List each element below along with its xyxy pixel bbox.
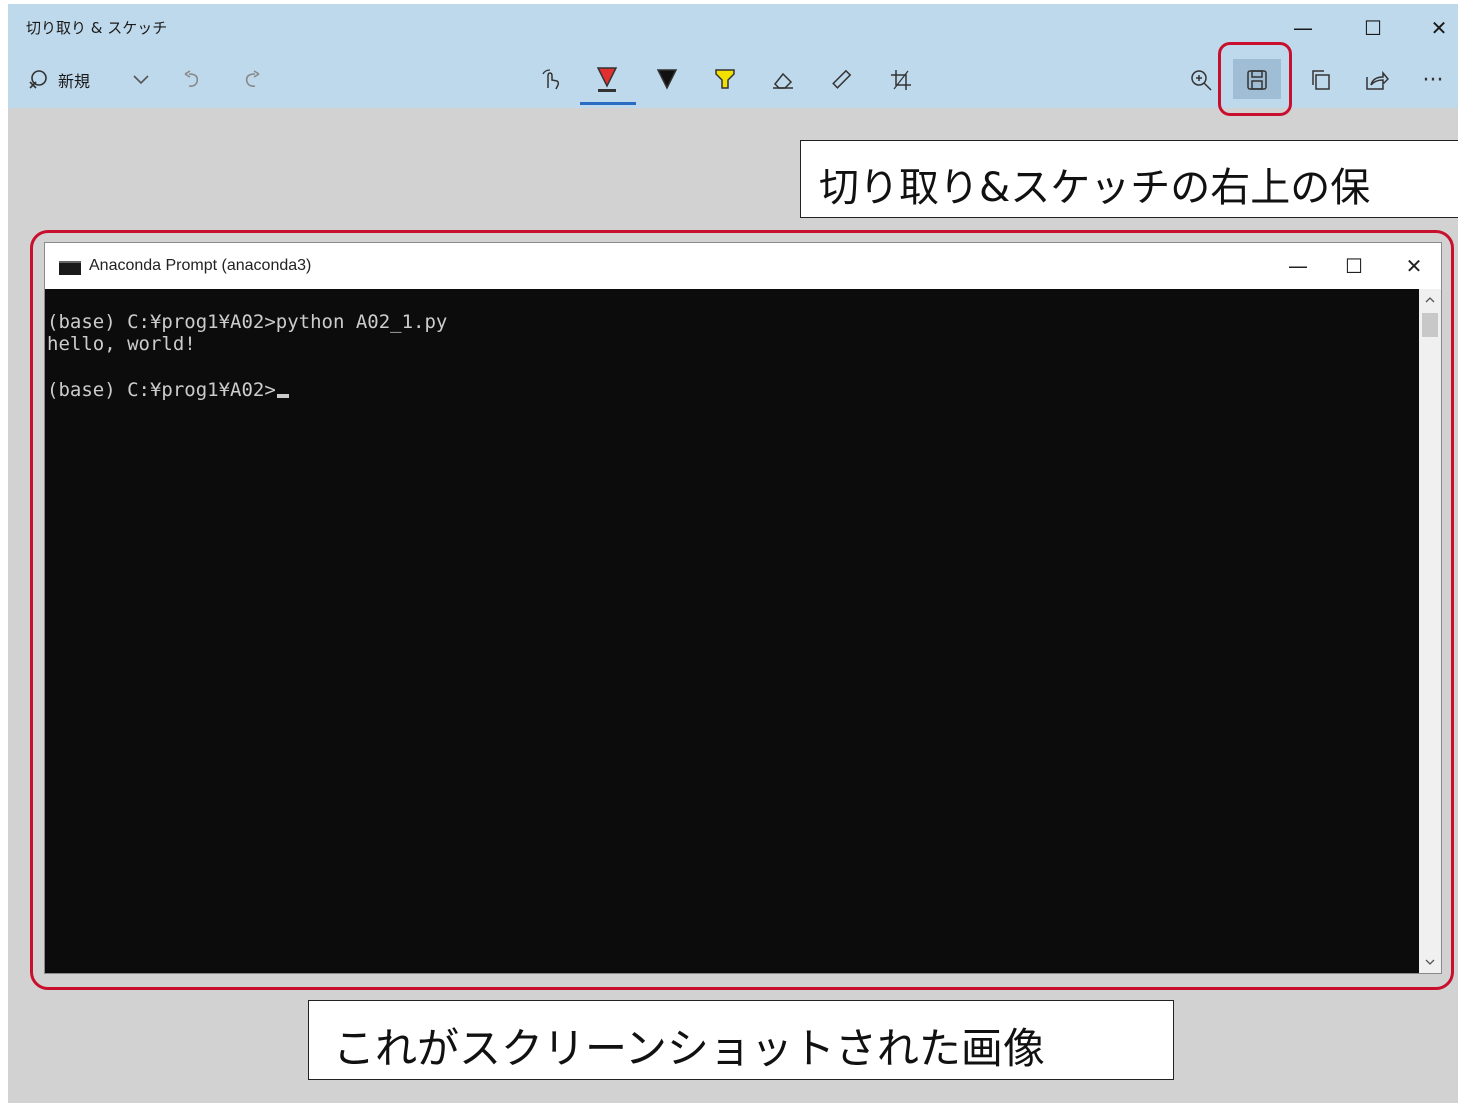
copy-button[interactable] bbox=[1304, 60, 1338, 100]
share-button[interactable] bbox=[1360, 60, 1394, 100]
undo-button[interactable] bbox=[178, 60, 208, 100]
touch-writing-icon bbox=[539, 68, 563, 92]
ballpoint-pen-button[interactable] bbox=[590, 60, 624, 100]
redo-icon bbox=[241, 70, 261, 90]
console-close-button[interactable]: ✕ bbox=[1391, 249, 1437, 283]
minimize-button[interactable]: — bbox=[1280, 12, 1326, 44]
snip-new-icon bbox=[26, 68, 50, 92]
console-line: hello, world! bbox=[47, 333, 196, 355]
eraser-icon bbox=[771, 70, 795, 90]
console-prompt-line: (base) C:¥prog1¥A02> bbox=[47, 379, 1419, 401]
save-highlight-frame bbox=[1218, 42, 1292, 116]
console-minimize-button[interactable]: — bbox=[1275, 249, 1321, 283]
scroll-thumb[interactable] bbox=[1422, 313, 1438, 337]
active-tool-indicator bbox=[580, 102, 636, 105]
zoom-in-icon bbox=[1190, 69, 1212, 91]
chevron-down-icon bbox=[133, 75, 149, 85]
pencil-button[interactable] bbox=[650, 60, 684, 100]
touch-writing-button[interactable] bbox=[534, 60, 568, 100]
text-cursor bbox=[276, 394, 289, 398]
console-line: (base) C:¥prog1¥A02>python A02_1.py bbox=[47, 311, 448, 333]
console-app-icon bbox=[59, 261, 81, 275]
copy-icon bbox=[1310, 69, 1332, 91]
ruler-icon bbox=[830, 69, 852, 91]
console-window: Anaconda Prompt (anaconda3) — ☐ ✕ (base)… bbox=[44, 242, 1442, 974]
new-dropdown-button[interactable] bbox=[126, 60, 156, 100]
undo-icon bbox=[183, 70, 203, 90]
redo-button[interactable] bbox=[236, 60, 266, 100]
close-button[interactable]: ✕ bbox=[1416, 12, 1458, 44]
zoom-button[interactable] bbox=[1184, 60, 1218, 100]
bottom-annotation: これがスクリーンショットされた画像 bbox=[308, 1000, 1174, 1080]
crop-button[interactable] bbox=[884, 60, 918, 100]
console-maximize-button[interactable]: ☐ bbox=[1331, 249, 1377, 283]
scroll-up-arrow-icon[interactable] bbox=[1419, 289, 1441, 311]
console-title-bar: Anaconda Prompt (anaconda3) — ☐ ✕ bbox=[45, 243, 1441, 289]
pencil-icon bbox=[656, 68, 678, 92]
crop-icon bbox=[890, 69, 912, 91]
more-options-button[interactable]: ··· bbox=[1416, 60, 1450, 100]
console-output[interactable]: (base) C:¥prog1¥A02>python A02_1.py hell… bbox=[45, 289, 1419, 973]
new-label: 新規 bbox=[58, 72, 91, 91]
maximize-button[interactable]: ☐ bbox=[1350, 12, 1396, 44]
app-title: 切り取り & スケッチ bbox=[26, 19, 168, 37]
scroll-down-arrow-icon[interactable] bbox=[1419, 951, 1441, 973]
ballpoint-pen-icon bbox=[596, 66, 618, 94]
console-scrollbar[interactable] bbox=[1419, 289, 1441, 973]
top-annotation: 切り取り&スケッチの右上の保 bbox=[800, 140, 1458, 218]
new-button[interactable]: 新規 bbox=[26, 60, 90, 100]
ruler-button[interactable] bbox=[824, 60, 858, 100]
eraser-button[interactable] bbox=[766, 60, 800, 100]
highlighter-icon bbox=[714, 68, 736, 92]
console-title: Anaconda Prompt (anaconda3) bbox=[89, 257, 312, 274]
share-icon bbox=[1365, 69, 1389, 91]
highlighter-button[interactable] bbox=[708, 60, 742, 100]
snip-sketch-window: 切り取り & スケッチ — ☐ ✕ 新規 ··· 切り取り&スケッチの右上の保 … bbox=[8, 4, 1458, 1103]
console-prompt: (base) C:¥prog1¥A02> bbox=[47, 379, 276, 401]
